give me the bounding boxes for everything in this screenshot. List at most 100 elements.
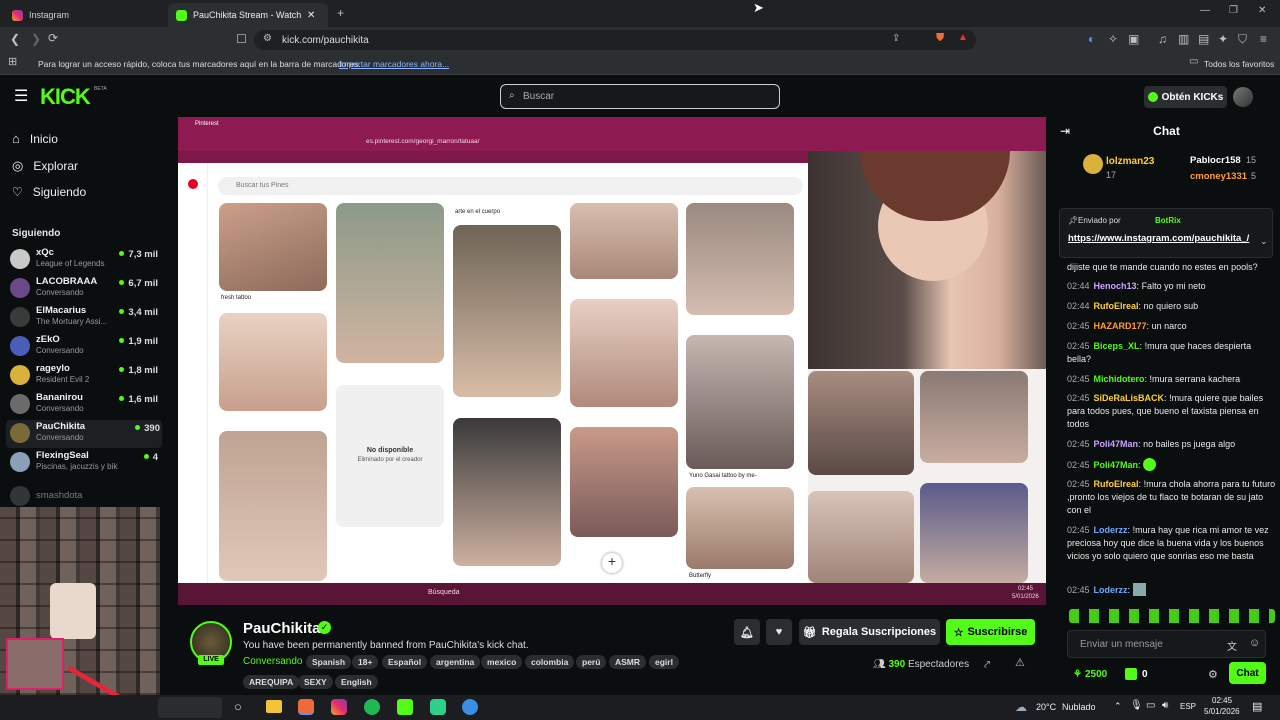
site-info-icon[interactable]: ⚙	[263, 34, 272, 44]
tab-pauchikita[interactable]: PauChikita Stream - Watch Li... ✕	[168, 3, 328, 27]
input-language[interactable]: ESP	[1180, 702, 1196, 711]
file-explorer-icon[interactable]	[266, 700, 282, 713]
nav-explore[interactable]: ◎ Explorar	[12, 158, 78, 174]
share-icon[interactable]: ⇪	[892, 34, 900, 44]
message-user[interactable]: RufoElreal	[1094, 301, 1139, 311]
nav-home[interactable]: ⌂ Inicio	[12, 131, 58, 146]
report-icon[interactable]: ⚠	[1015, 658, 1025, 669]
following-item-lacobraaa[interactable]: LACOBRAAA Conversando 6,7 mil	[10, 275, 160, 303]
search-input[interactable]: ⌕ Buscar	[500, 84, 780, 109]
notifications-button[interactable]: 🔔︎	[734, 619, 760, 645]
instagram-icon[interactable]	[331, 699, 347, 715]
tag[interactable]: Spanish	[306, 655, 352, 669]
volume-icon[interactable]: 🔊︎	[1162, 700, 1168, 711]
task-view-icon[interactable]: ○	[234, 699, 242, 714]
settings-icon[interactable]: ⚙	[1208, 668, 1218, 681]
tag[interactable]: colombia	[525, 655, 575, 669]
following-item-flexingseal[interactable]: FlexingSealPiscinas, jacuzzis y bikinis 4	[10, 449, 160, 477]
extensions-icon[interactable]: ✧	[1108, 33, 1118, 45]
message-user[interactable]: Michidotero	[1094, 374, 1145, 384]
channel-points[interactable]: 2500	[1085, 669, 1107, 680]
screenshot-icon[interactable]: ▣	[1128, 33, 1139, 45]
gifter-name[interactable]: Pablocr158	[1190, 155, 1241, 166]
user-avatar[interactable]	[1233, 87, 1253, 107]
close-icon[interactable]: ✕	[307, 10, 315, 21]
send-chat-button[interactable]: Chat	[1229, 662, 1266, 684]
tag[interactable]: perú	[576, 655, 607, 669]
mic-icon[interactable]: 🎙︎	[1130, 700, 1143, 711]
back-icon[interactable]: ❮	[10, 33, 20, 45]
channel-name[interactable]: PauChikita	[243, 620, 321, 637]
reload-icon[interactable]: ⟳	[48, 32, 58, 44]
weather-temp[interactable]: 20°C	[1036, 702, 1056, 712]
kick-app-icon[interactable]	[397, 699, 413, 715]
notifications-icon[interactable]: ▤	[1252, 700, 1262, 713]
apps-grid-icon[interactable]: ⊞	[8, 57, 17, 68]
kick-logo[interactable]: KICK	[40, 84, 91, 110]
tray-chevron-icon[interactable]: ⌃	[1114, 701, 1122, 712]
message-user[interactable]: HAZARD177	[1094, 321, 1147, 331]
tag[interactable]: English	[335, 675, 378, 689]
leo-icon[interactable]: ✦	[1218, 33, 1228, 45]
stream-video[interactable]: Pinterest es.pinterest.com/georgi_marron…	[178, 117, 1046, 605]
tag[interactable]: 18+	[352, 655, 379, 669]
gifter-name[interactable]: lolzman23	[1106, 156, 1154, 167]
pinned-user[interactable]: BotRix	[1155, 216, 1181, 225]
tag[interactable]: egirl	[649, 655, 679, 669]
message-user[interactable]: Henoch13	[1094, 281, 1137, 291]
vpn-icon[interactable]: ⛉	[1238, 33, 1247, 45]
tag[interactable]: SEXY	[298, 675, 333, 689]
message-user[interactable]: Loderzz	[1094, 585, 1128, 595]
spotify-icon[interactable]	[364, 699, 380, 715]
following-item-rageylo[interactable]: rageylo Resident Evil 2 1,8 mil	[10, 362, 160, 390]
tag[interactable]: AREQUIPA	[243, 675, 300, 689]
clock-time[interactable]: 02:45	[1212, 696, 1232, 705]
tab-instagram[interactable]: Instagram	[4, 3, 164, 27]
get-kicks-button[interactable]: Obtén KICKs	[1144, 86, 1227, 108]
wallet-icon[interactable]: ▤	[1198, 33, 1209, 45]
nav-following[interactable]: ♡ Siguiendo	[12, 185, 86, 199]
share-icon[interactable]: ⤤	[984, 660, 990, 671]
following-item-elmacarius[interactable]: ElMacarius The Mortuary Assi... 3,4 mil	[10, 304, 160, 332]
tag[interactable]: ASMR	[609, 655, 647, 669]
chat-input[interactable]: Enviar un mensaje 文 ☺	[1067, 630, 1266, 658]
following-item-zeko[interactable]: zEkO Conversando 1,9 mil	[10, 333, 160, 361]
emote-bar[interactable]	[1069, 609, 1275, 623]
tag[interactable]: Español	[382, 655, 428, 669]
app-icon[interactable]	[462, 699, 478, 715]
translate-icon[interactable]: 文	[1227, 638, 1237, 653]
message-user[interactable]: SiDeRaLisBACK	[1094, 393, 1165, 403]
all-favorites-link[interactable]: Todos los favoritos	[1204, 59, 1274, 69]
window-close-icon[interactable]: ✕	[1258, 6, 1266, 16]
gift-subs-button[interactable]: 🎁︎ Regala Suscripciones	[799, 619, 940, 645]
tag[interactable]: mexico	[481, 655, 523, 669]
maximize-icon[interactable]: ❐	[1229, 6, 1238, 16]
bookmark-icon[interactable]: ☐	[236, 33, 247, 45]
clock-date[interactable]: 5/01/2026	[1204, 707, 1240, 716]
message-user[interactable]: RufoElreal	[1094, 479, 1139, 489]
forward-icon[interactable]: ❯	[31, 33, 41, 45]
following-item-xqc[interactable]: xQc League of Legends 7,3 mil	[10, 246, 160, 274]
sidebar-toggle-icon[interactable]: ▥	[1178, 33, 1189, 45]
message-user[interactable]: Poli47Man	[1094, 439, 1139, 449]
message-user[interactable]: Biceps_XL	[1094, 341, 1140, 351]
stream-category[interactable]: Conversando	[243, 656, 302, 667]
following-item-bananirou[interactable]: Bananirou Conversando 1,6 mil	[10, 391, 160, 419]
network-icon[interactable]: ▭	[1146, 700, 1155, 711]
brave-icon[interactable]	[298, 699, 314, 715]
app-icon[interactable]	[430, 699, 446, 715]
message-user[interactable]: Loderzz	[1094, 525, 1128, 535]
minimize-icon[interactable]: —	[1200, 6, 1210, 16]
rewards-icon[interactable]: ▲	[958, 33, 968, 43]
media-icon[interactable]: ♫	[1158, 33, 1167, 45]
translate-icon[interactable]: ◐	[1088, 33, 1095, 45]
subscribe-button[interactable]: ☆ Suscribirse	[946, 619, 1035, 645]
taskbar-search[interactable]	[158, 697, 222, 718]
tag[interactable]: argentina	[430, 655, 481, 669]
emoji-icon[interactable]: ☺	[1249, 637, 1260, 649]
follow-button[interactable]: ♥	[766, 619, 792, 645]
weather-label[interactable]: Nublado	[1062, 702, 1096, 712]
brave-shield-icon[interactable]: ⛊	[936, 33, 944, 44]
url-bar[interactable]: ⚙ kick.com/pauchikita ⇪ ⛊ ▲	[254, 30, 976, 50]
gifter-name[interactable]: cmoney1331	[1190, 171, 1247, 182]
